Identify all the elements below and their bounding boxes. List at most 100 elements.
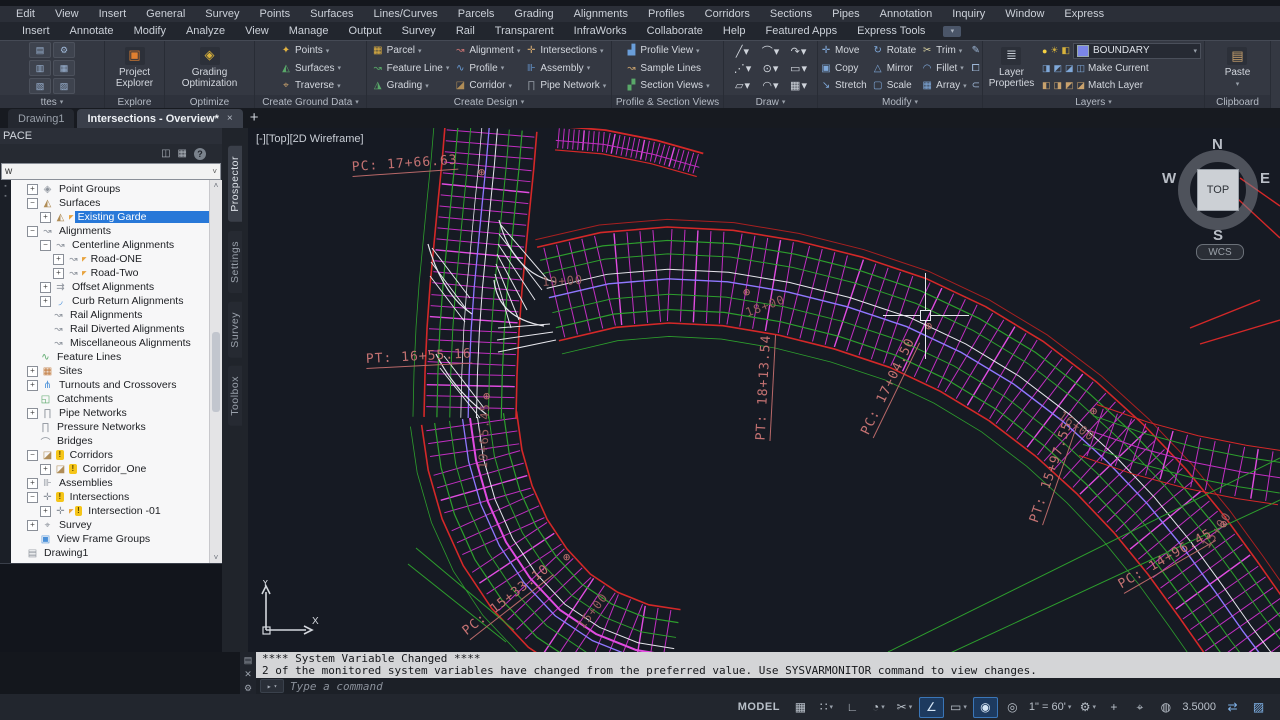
viewcube[interactable]: TOP N W E S — [1162, 136, 1270, 244]
layer-state-icon-0[interactable]: ● — [1042, 46, 1047, 56]
annotation-autoscale-toggle[interactable]: ◎ — [1001, 698, 1024, 717]
ribbon-item-alignment[interactable]: ↝ Alignment ▾ — [454, 43, 520, 58]
menu-corridors[interactable]: Corridors — [695, 8, 760, 20]
toolspace-view-combo[interactable]: w ˅ — [1, 163, 221, 180]
ribbon-item-surfaces[interactable]: ◭ Surfaces ▾ — [280, 61, 341, 76]
palette-icon-4[interactable]: ▧ — [29, 78, 51, 94]
menu2-manage[interactable]: Manage — [279, 25, 339, 37]
layer-tool-icon-b3[interactable]: ◪ — [1077, 80, 1086, 91]
ribbon-item-pipe-network[interactable]: ∏ Pipe Network ▾ — [525, 78, 606, 93]
menu-points[interactable]: Points — [250, 8, 301, 20]
tree-item-view-frame-groups[interactable]: ▣ View Frame Groups — [11, 532, 222, 546]
menu2-modify[interactable]: Modify — [124, 25, 176, 37]
file-tab-intersections-overview-[interactable]: Intersections - Overview* × — [77, 109, 243, 128]
graphics-performance-toggle[interactable]: ▨ — [1247, 698, 1270, 717]
menu2-transparent[interactable]: Transparent — [485, 25, 564, 37]
ribbon-item-profile[interactable]: ∿ Profile ▾ — [454, 61, 520, 76]
panel-caption[interactable]: Modify ▾ — [818, 95, 982, 109]
toolspace-tab-survey[interactable]: Survey — [228, 301, 242, 358]
ribbon-item-trim[interactable]: ✂ Trim ▾ — [921, 43, 966, 58]
wcs-button[interactable]: WCS — [1196, 244, 1244, 260]
toolspace-tab-settings[interactable]: Settings — [228, 230, 242, 293]
collapse-icon[interactable]: − — [27, 197, 38, 209]
panel-caption[interactable]: Create Design ▾ — [367, 95, 611, 109]
expand-icon[interactable]: + — [53, 253, 64, 265]
menu-lines-curves[interactable]: Lines/Curves — [364, 8, 448, 20]
ribbon-item-section-views[interactable]: ▞ Section Views ▾ — [625, 78, 710, 93]
polar-tracking-toggle[interactable]: ◔ ▾ — [867, 698, 890, 717]
menu-surfaces[interactable]: Surfaces — [300, 8, 363, 20]
draw-tool-3[interactable]: ⋰ ▾ — [730, 60, 756, 76]
viewcube-west[interactable]: W — [1162, 170, 1176, 187]
help-icon[interactable]: ? — [194, 147, 206, 160]
tree-item-pipe-networks[interactable]: + ∏ Pipe Networks — [11, 406, 222, 420]
tree-item-intersections[interactable]: − ✛! Intersections — [11, 490, 222, 504]
palette-icon-0[interactable]: ▤ — [29, 42, 51, 58]
layer-tool-icon-b0[interactable]: ◧ — [1042, 80, 1051, 91]
tree-scrollbar[interactable]: ˄ ˅ — [209, 180, 222, 563]
expand-icon[interactable]: + — [40, 463, 51, 475]
tree-item-catchments[interactable]: ◱ Catchments — [11, 392, 222, 406]
ribbon-item-points[interactable]: ✦ Points ▾ — [280, 43, 341, 58]
expand-icon[interactable]: + — [53, 267, 64, 279]
ribbon-item-mirror[interactable]: △ Mirror — [872, 61, 916, 76]
layer-select-combo[interactable]: BOUNDARY ▾ — [1073, 42, 1201, 59]
expand-icon[interactable]: + — [27, 183, 38, 195]
ribbon-item-grading[interactable]: ◮ Grading ▾ — [372, 78, 450, 93]
tree-item-drawing1[interactable]: ▤ Drawing1 — [11, 546, 222, 560]
new-tab-button[interactable]: + — [250, 109, 259, 126]
menu2-express-tools[interactable]: Express Tools — [847, 25, 935, 37]
tree-item-corridors[interactable]: − ◪! Corridors — [11, 448, 222, 462]
tree-item-assemblies[interactable]: + ⊪ Assemblies — [11, 476, 222, 490]
tree-item-survey[interactable]: + ⌖ Survey — [11, 518, 222, 532]
keyboard-icon[interactable]: ▤ — [244, 655, 253, 666]
ribbon-item-corridor[interactable]: ◪ Corridor ▾ — [454, 78, 520, 93]
object-snap-toggle[interactable]: ∠ — [918, 696, 944, 718]
grid-display-toggle[interactable]: ▦ — [789, 698, 812, 717]
ortho-mode-toggle[interactable]: ∟ — [841, 698, 864, 717]
menu-express[interactable]: Express — [1054, 8, 1114, 20]
layer-tool-icon-a2[interactable]: ◪ — [1065, 63, 1074, 74]
ribbon-grading-optimization-button[interactable]: ◈ Grading Optimization — [168, 46, 251, 90]
menu-view[interactable]: View — [45, 8, 89, 20]
menu2-output[interactable]: Output — [339, 25, 392, 37]
ribbon-item-array[interactable]: ▦ Array ▾ — [921, 78, 966, 93]
units-toggle[interactable]: ◍ — [1154, 698, 1177, 717]
scroll-up-icon[interactable]: ˄ — [214, 181, 219, 190]
tree-item-road-two[interactable]: + ↝ ◤ Road-Two — [11, 266, 222, 280]
tree-item-alignments[interactable]: − ↝ Alignments — [11, 224, 222, 238]
ribbon-item-feature-line[interactable]: ↝ Feature Line ▾ — [372, 61, 449, 76]
menu-insert[interactable]: Insert — [89, 8, 137, 20]
palette-icon-5[interactable]: ▨ — [53, 78, 75, 94]
menu2-analyze[interactable]: Analyze — [176, 25, 235, 37]
ribbon-item-traverse[interactable]: ⌖ Traverse ▾ — [280, 78, 341, 93]
model-space-button[interactable]: MODEL — [732, 698, 786, 717]
draw-tool-2[interactable]: ↷ ▾ — [786, 43, 812, 59]
expand-icon[interactable]: + — [27, 519, 38, 531]
tree-item-point-groups[interactable]: + ◈ Point Groups — [11, 182, 222, 196]
menu-parcels[interactable]: Parcels — [448, 8, 505, 20]
panel-caption[interactable]: ttes ▾ — [0, 95, 104, 109]
menu-survey[interactable]: Survey — [195, 8, 249, 20]
draw-tool-7[interactable]: ◠ ▾ — [758, 77, 784, 93]
command-input[interactable]: ▸ ▾ Type a command — [256, 678, 1280, 694]
toolspace-tab-toolbox[interactable]: Toolbox — [228, 366, 242, 427]
viewcube-east[interactable]: E — [1260, 170, 1270, 187]
object-snap-tracking-toggle[interactable]: ▭ ▾ — [947, 698, 970, 717]
menu-sections[interactable]: Sections — [760, 8, 822, 20]
collapse-icon[interactable]: − — [27, 491, 38, 503]
ribbon-extra-tool-0[interactable]: ✎ — [972, 43, 980, 58]
layer-tool-icon-b1[interactable]: ◨ — [1053, 80, 1062, 91]
ribbon-item-intersections[interactable]: ✛ Intersections ▾ — [525, 43, 606, 58]
collapse-icon[interactable]: − — [27, 449, 38, 461]
layer-properties-button[interactable]: ≣ Layer Properties — [986, 46, 1037, 90]
tree-item-offset-alignments[interactable]: + ⇉ Offset Alignments — [11, 280, 222, 294]
annotation-visibility-toggle[interactable]: ◉ — [972, 696, 998, 718]
toolspace-tool-icon-1[interactable]: ▦ — [178, 148, 187, 159]
tree-item-corridor-one[interactable]: + ◪! Corridor_One — [11, 462, 222, 476]
palette-icon-3[interactable]: ▦ — [53, 60, 75, 76]
annotation-monitor-toggle[interactable]: ⌖ — [1128, 698, 1151, 717]
layer-tool-icon-b2[interactable]: ◩ — [1065, 80, 1074, 91]
scroll-thumb[interactable] — [212, 331, 220, 412]
draw-tool-6[interactable]: ▱ ▾ — [730, 77, 756, 93]
